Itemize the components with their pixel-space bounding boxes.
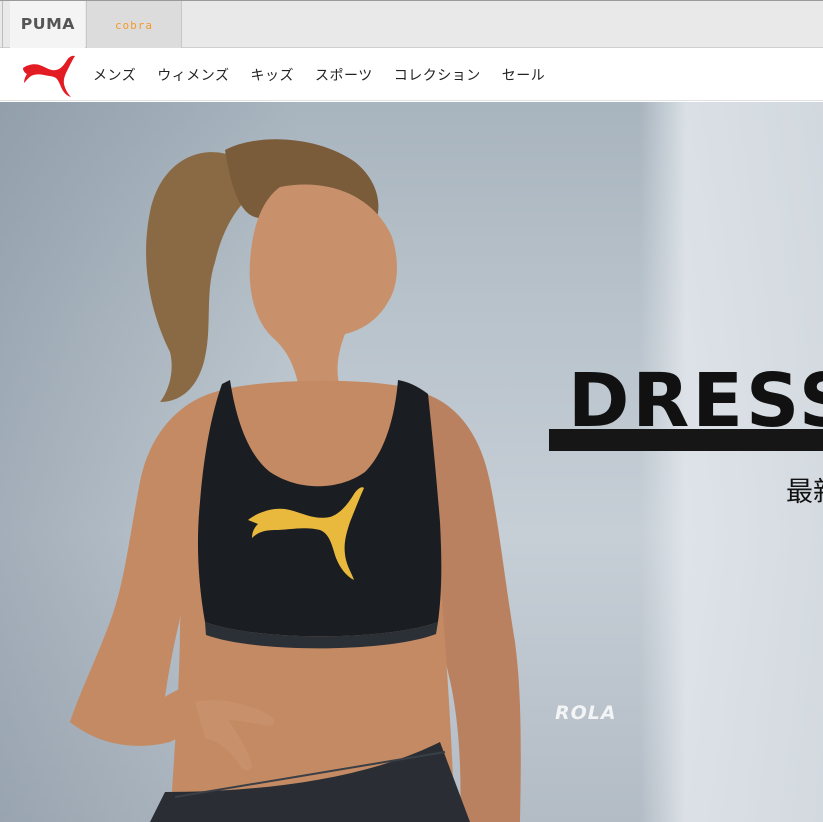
nav-item-kids[interactable]: キッズ xyxy=(250,65,294,85)
nav-item-mens[interactable]: メンズ xyxy=(93,65,136,85)
hero-title: DRESS xyxy=(568,358,823,444)
nav-item-sports[interactable]: スポーツ xyxy=(315,65,373,85)
category-menu: メンズ ウィメンズ キッズ スポーツ コレクション セール xyxy=(93,48,566,101)
hero-model-image xyxy=(70,139,521,822)
tab-puma[interactable]: PUMA xyxy=(10,1,85,49)
nav-item-collection[interactable]: コレクション xyxy=(394,65,481,85)
brand-tab-bar: PUMA cobra xyxy=(0,0,823,49)
hero-banner[interactable]: DRESS 最新 ROLA xyxy=(0,102,823,822)
tab-puma-label: PUMA xyxy=(20,15,75,33)
hero-subtitle: 最新 xyxy=(786,477,823,508)
nav-item-sale[interactable]: セール xyxy=(502,65,546,85)
main-nav: メンズ ウィメンズ キッズ スポーツ コレクション セール xyxy=(0,48,823,101)
nav-item-womens[interactable]: ウィメンズ xyxy=(157,65,229,85)
brandbar-divider xyxy=(2,1,3,49)
model-name-caption: ROLA xyxy=(555,702,617,724)
tab-cobra[interactable]: cobra xyxy=(86,1,182,49)
tab-cobra-label: cobra xyxy=(114,18,154,32)
puma-logo-icon[interactable] xyxy=(20,54,78,98)
